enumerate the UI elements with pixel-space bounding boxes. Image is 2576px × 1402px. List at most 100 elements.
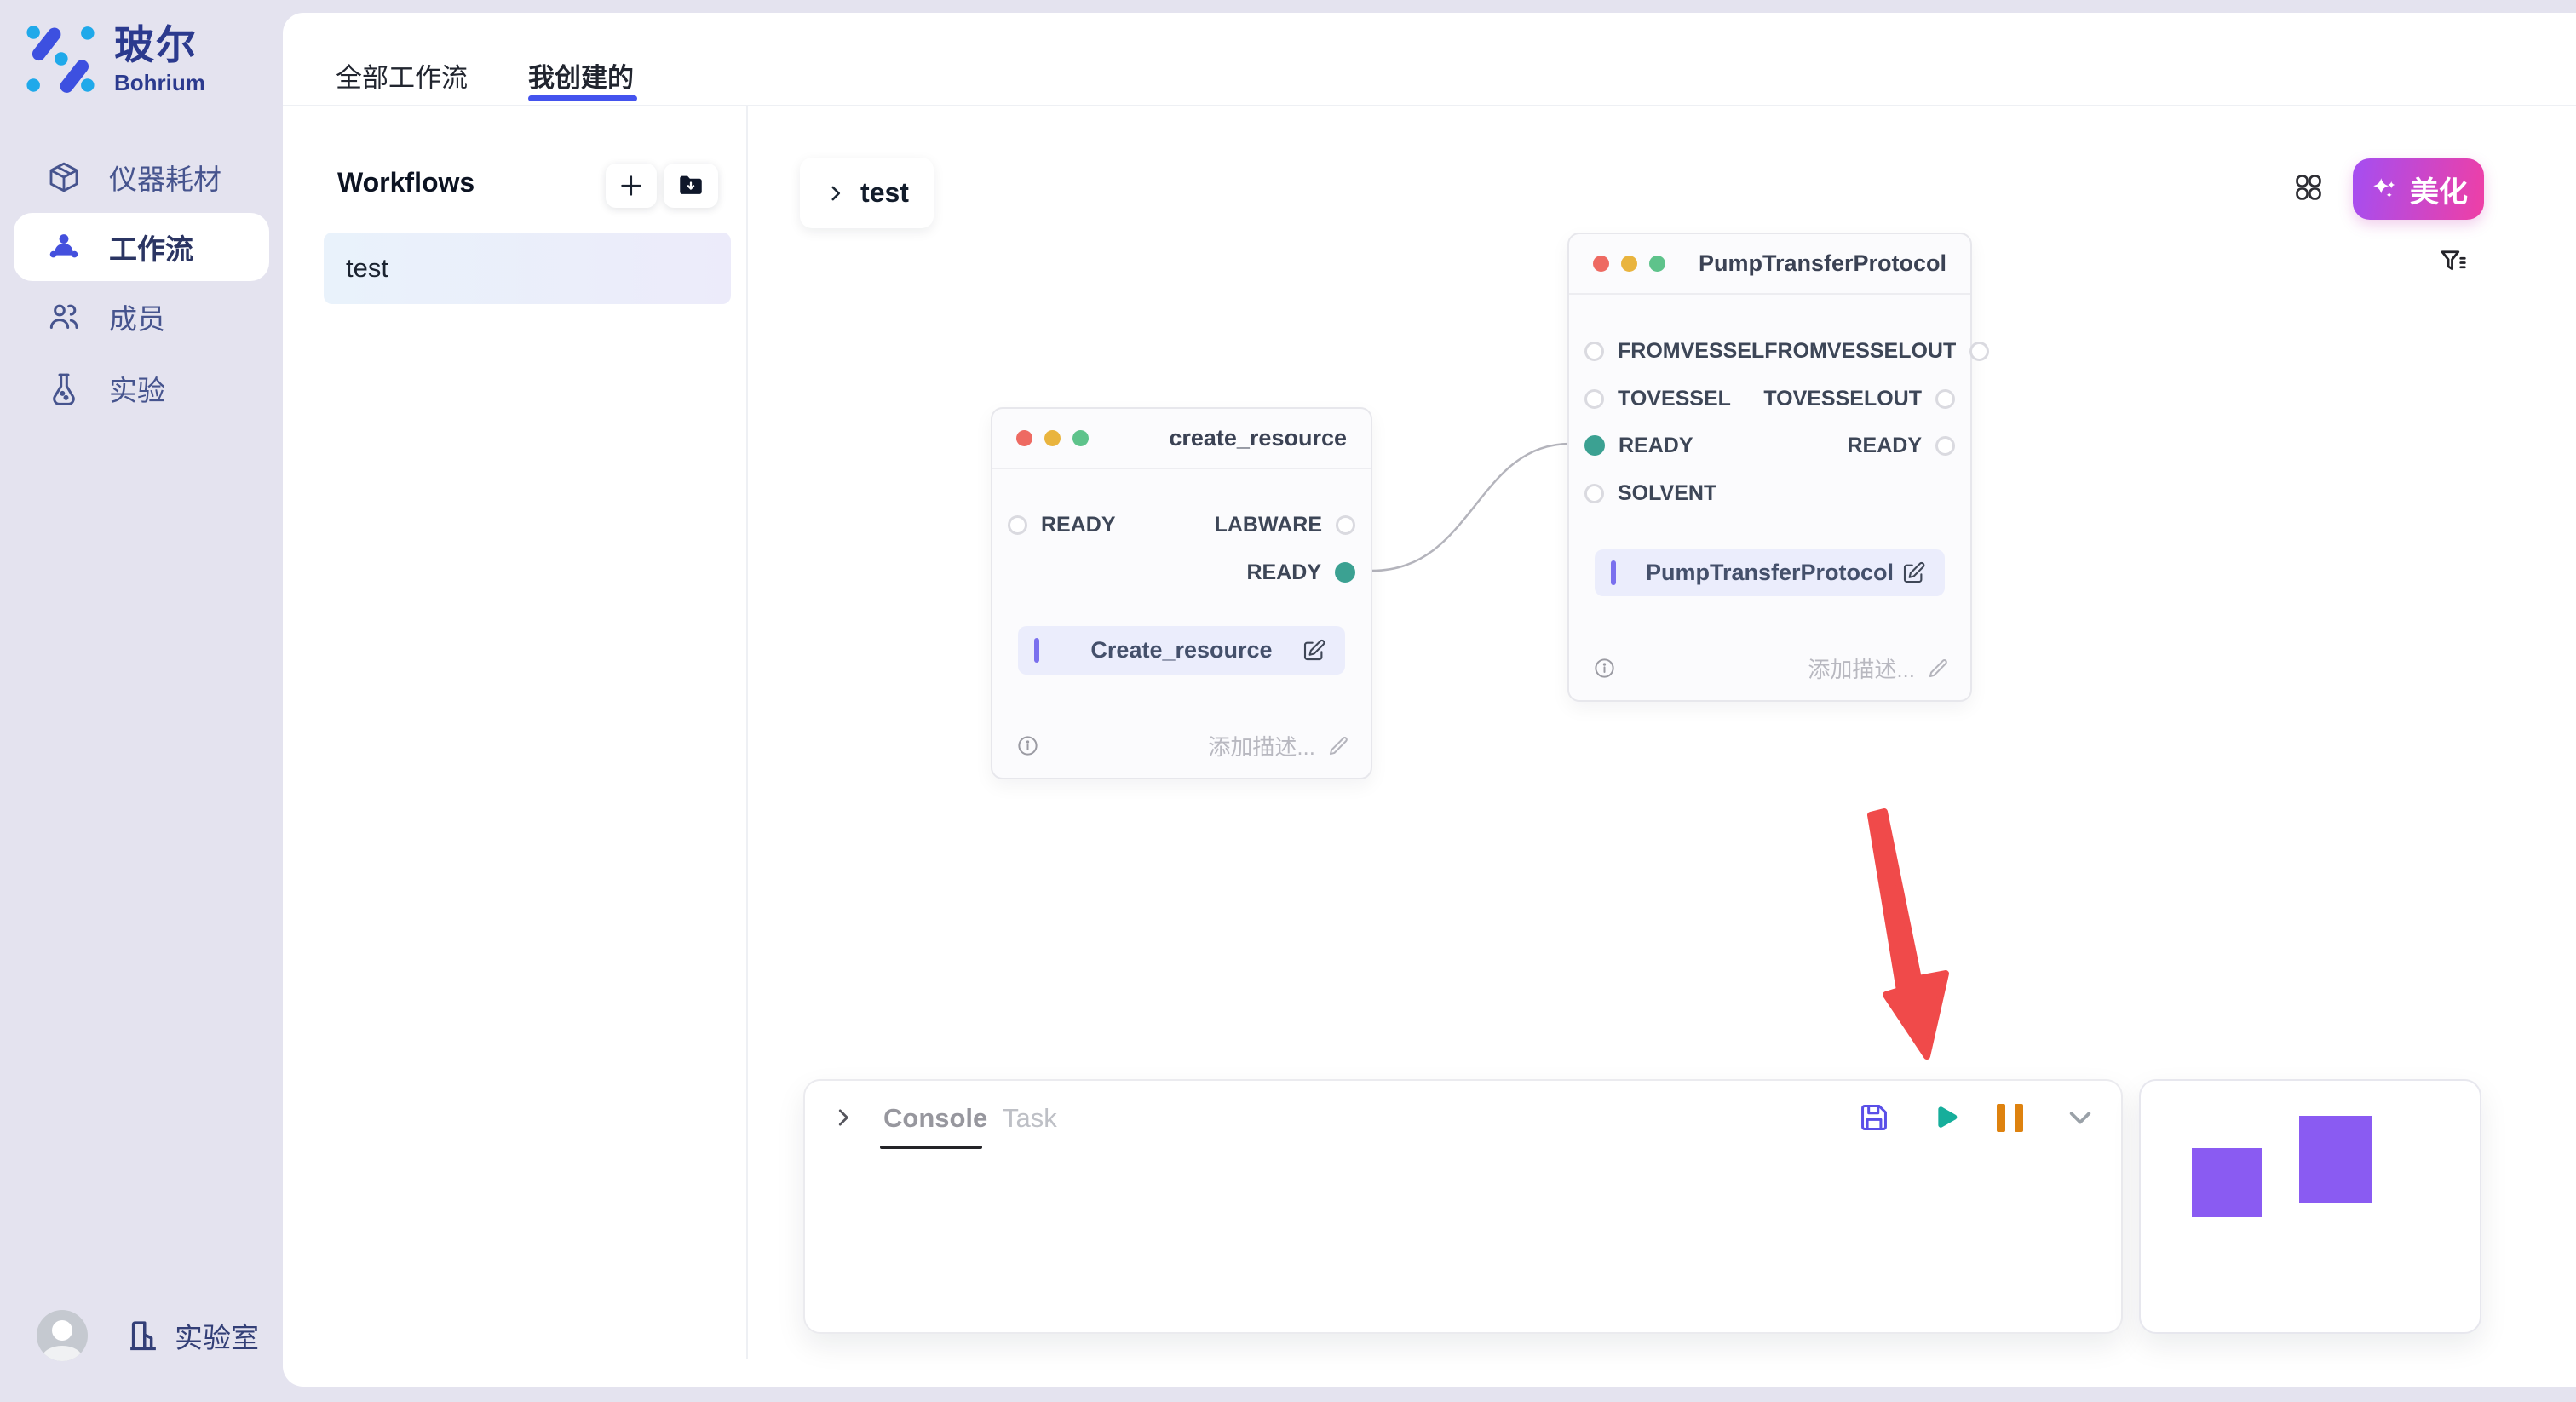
action-label: PumpTransferProtocol (1646, 560, 1894, 586)
port-row: READY LABWARE (1008, 501, 1355, 549)
port-label: TOVESSELOUT (1763, 387, 1922, 411)
port-handle[interactable] (1969, 342, 1989, 361)
collapse-chevron-right-icon[interactable] (831, 1105, 856, 1130)
avatar[interactable] (37, 1310, 88, 1361)
node-title: PumpTransferProtocol (1665, 250, 1946, 277)
bohrium-logo-icon (24, 22, 97, 95)
port-handle-connected[interactable] (1335, 562, 1355, 583)
filter-icon (2437, 246, 2468, 277)
port-handle[interactable] (1336, 515, 1355, 535)
output-port-fromvesselout[interactable]: FROMVESSELOUT (1764, 339, 1989, 364)
edit-icon[interactable] (1900, 560, 1926, 586)
port-label: READY (1246, 560, 1321, 585)
members-icon (46, 299, 82, 335)
tab-task[interactable]: Task (1003, 1103, 1057, 1134)
tab-console[interactable]: Console (883, 1103, 987, 1134)
port-row: READY (1008, 549, 1355, 596)
workflow-list-item[interactable]: test (324, 233, 731, 304)
node-create-resource[interactable]: create_resource READY LABWARE READY Crea… (991, 407, 1372, 779)
app-screen: 玻尔 Bohrium 仪器耗材 工作流 成员 (0, 0, 2576, 1402)
breadcrumb[interactable]: test (800, 158, 934, 228)
beautify-button[interactable]: 美化 (2353, 158, 2484, 220)
output-port-ready[interactable]: READY (1246, 560, 1355, 585)
output-port-ready[interactable]: READY (1847, 434, 1955, 458)
add-description[interactable]: 添加描述... (1208, 730, 1350, 761)
workflow-item-label: test (346, 253, 388, 284)
output-port-labware[interactable]: LABWARE (1215, 513, 1355, 537)
workflow-people-icon (46, 229, 82, 265)
port-handle[interactable] (1584, 389, 1604, 409)
description-placeholder: 添加描述... (1808, 652, 1915, 684)
sparkles-icon (2369, 174, 2400, 204)
output-port-tovesselout[interactable]: TOVESSELOUT (1763, 387, 1955, 411)
input-port-fromvessel[interactable]: FROMVESSEL (1584, 339, 1764, 364)
brand-title: 玻尔 (114, 25, 205, 65)
input-port-ready[interactable]: READY (1008, 513, 1116, 537)
input-port-solvent[interactable]: SOLVENT (1584, 481, 1716, 506)
info-icon[interactable] (1016, 734, 1039, 757)
pause-icon (1997, 1104, 2023, 1132)
add-workflow-button[interactable] (606, 164, 657, 208)
port-row: READY READY (1584, 422, 1955, 469)
experiment-tube-icon (46, 371, 82, 406)
layout-clover-button[interactable] (2292, 171, 2325, 204)
lab-switcher[interactable]: 实验室 (125, 1315, 259, 1356)
lab-label: 实验室 (175, 1315, 259, 1356)
active-tab-underline (528, 95, 637, 101)
port-row: SOLVENT (1584, 469, 1955, 517)
run-button[interactable] (1928, 1101, 1960, 1134)
port-handle-connected[interactable] (1584, 435, 1605, 456)
port-row: FROMVESSEL FROMVESSELOUT (1584, 327, 1955, 375)
input-port-ready[interactable]: READY (1584, 434, 1693, 458)
edit-icon[interactable] (1301, 638, 1326, 664)
traffic-lights-icon (1016, 430, 1089, 446)
sidebar-item-label: 仪器耗材 (109, 157, 221, 198)
minimap-node (2192, 1148, 2262, 1217)
chevron-down-icon (2064, 1100, 2096, 1135)
port-label: LABWARE (1215, 513, 1322, 537)
tab-all-workflows[interactable]: 全部工作流 (336, 56, 468, 95)
play-icon (1928, 1101, 1960, 1134)
import-workflow-button[interactable] (664, 164, 718, 208)
pause-button[interactable] (1993, 1101, 2026, 1134)
minimap-node (2299, 1116, 2372, 1203)
sidebar-item-label: 工作流 (109, 227, 193, 267)
port-handle[interactable] (1008, 515, 1027, 535)
panel-divider (746, 106, 748, 1359)
input-port-tovessel[interactable]: TOVESSEL (1584, 387, 1731, 411)
node-footer: 添加描述... (1016, 728, 1350, 762)
tab-my-created[interactable]: 我创建的 (528, 56, 634, 95)
port-label: SOLVENT (1618, 481, 1716, 506)
port-handle[interactable] (1935, 436, 1955, 456)
clover-grid-icon (2292, 171, 2325, 204)
sidebar-item-members[interactable]: 成员 (0, 281, 283, 353)
port-label: FROMVESSELOUT (1764, 339, 1956, 364)
port-handle[interactable] (1584, 342, 1604, 361)
pencil-icon (1327, 734, 1350, 757)
description-placeholder: 添加描述... (1208, 730, 1315, 761)
sidebar-item-label: 实验 (109, 368, 165, 409)
sidebar-item-experiment[interactable]: 实验 (0, 353, 283, 424)
node-action-button[interactable]: Create_resource (1018, 626, 1345, 675)
node-pump-transfer-protocol[interactable]: PumpTransferProtocol FROMVESSEL FROMVESS… (1567, 233, 1972, 702)
info-icon[interactable] (1593, 657, 1616, 680)
sidebar-item-instruments[interactable]: 仪器耗材 (0, 141, 283, 213)
node-action-button[interactable]: PumpTransferProtocol (1595, 549, 1945, 596)
chevron-right-icon (825, 182, 847, 204)
node-footer: 添加描述... (1593, 651, 1950, 685)
sidebar-footer: 实验室 (37, 1310, 259, 1361)
port-handle[interactable] (1935, 389, 1955, 409)
save-button[interactable] (1858, 1101, 1890, 1134)
minimap[interactable] (2139, 1079, 2481, 1334)
filter-button[interactable] (2437, 246, 2468, 277)
workflows-panel-title: Workflows (337, 167, 474, 198)
add-description[interactable]: 添加描述... (1808, 652, 1950, 684)
port-row: TOVESSEL TOVESSELOUT (1584, 375, 1955, 422)
sidebar-item-workflow[interactable]: 工作流 (14, 213, 269, 281)
breadcrumb-label: test (860, 177, 909, 209)
port-handle[interactable] (1584, 484, 1604, 503)
port-label: FROMVESSEL (1618, 339, 1764, 364)
pencil-icon (1927, 657, 1950, 680)
collapse-panel-button[interactable] (2064, 1101, 2096, 1134)
port-label: READY (1041, 513, 1116, 537)
